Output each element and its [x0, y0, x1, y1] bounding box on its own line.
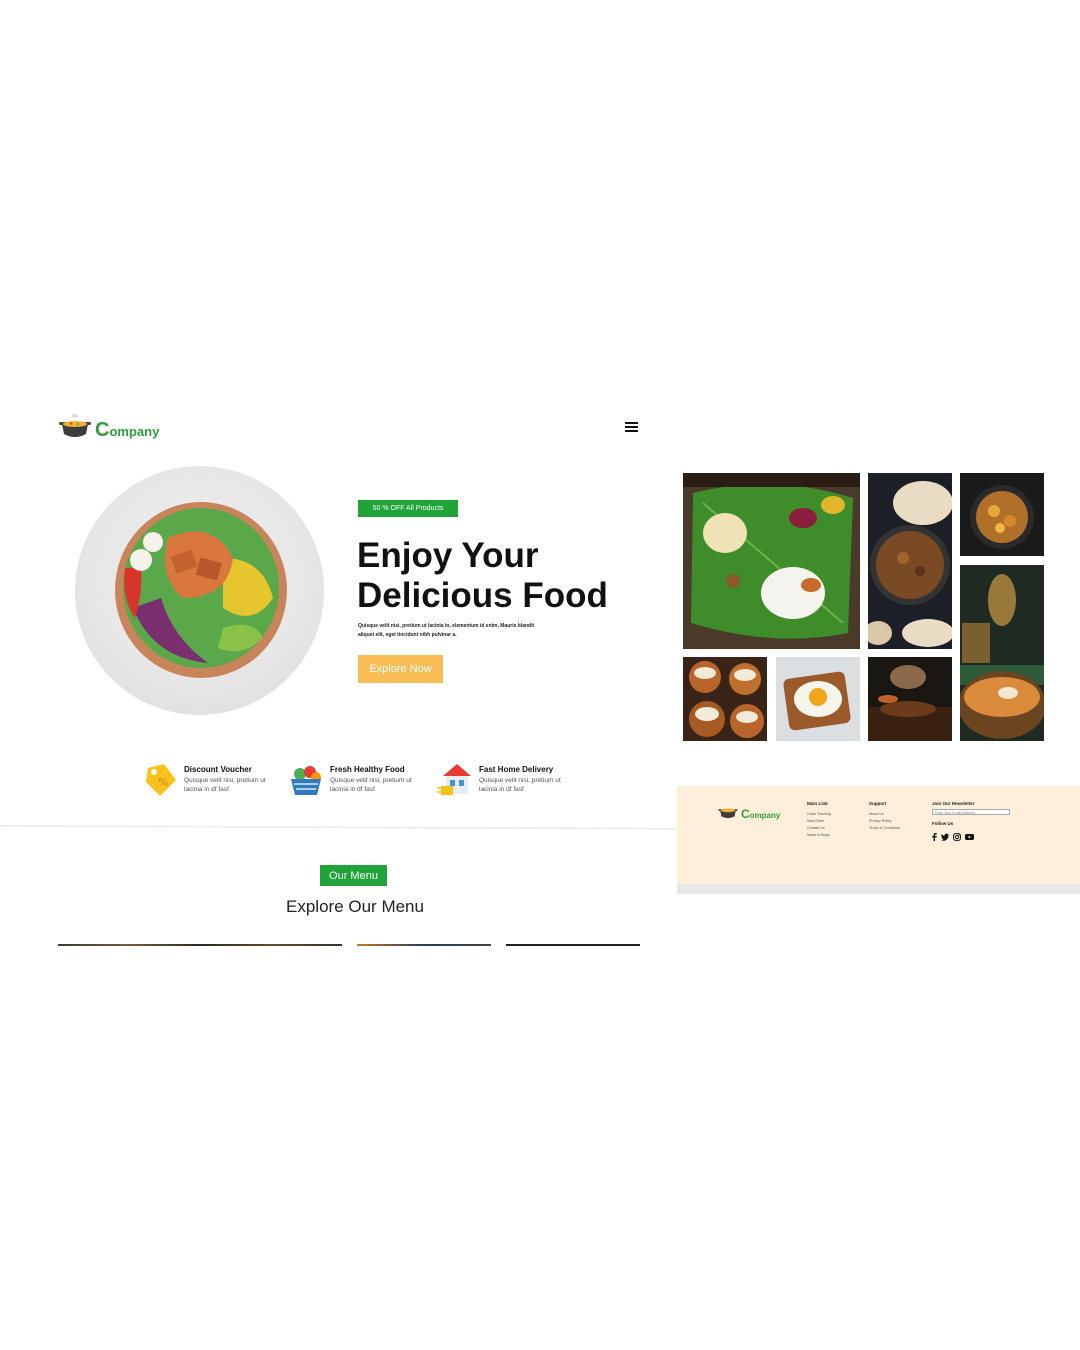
feature-description: Quisque velit nisi, pretium ut lacinia i… [184, 777, 266, 793]
footer-column-title: Main Link [807, 801, 828, 806]
gallery-image-cupcakes[interactable] [683, 657, 767, 741]
feature-description: Quisque velit nisi, pretium ut lacinia i… [479, 777, 561, 793]
instagram-icon[interactable] [953, 833, 961, 841]
footer-bottom-bar [677, 884, 1080, 894]
svg-text:%: % [158, 776, 168, 789]
hero-description: Quisque velit nisi, pretium ut lacinia i… [358, 623, 535, 638]
cooking-pot-icon [59, 414, 91, 437]
newsletter-title: Join Our Newsletter [932, 801, 975, 806]
follow-us-label: Follow Us [932, 821, 954, 826]
feature-title: Fast Home Delivery [479, 765, 554, 774]
gallery-image-banana-leaf-meal[interactable] [683, 473, 860, 649]
gallery-image-fried-dish[interactable] [960, 473, 1044, 556]
gallery-image-dining-table[interactable] [868, 657, 952, 741]
section-divider [0, 825, 678, 830]
feature-title: Discount Voucher [184, 765, 252, 774]
footer-link-about-us[interactable]: About Us [869, 811, 900, 818]
feature-fast-home-delivery: Fast Home Delivery Quisque velit nisi, p… [437, 760, 569, 798]
hero-title: Enjoy Your Delicious Food [357, 536, 608, 615]
explore-menu-title: Explore Our Menu [286, 897, 424, 916]
footer-support-links: Support About Us Privacy Policy Terms & … [869, 801, 900, 832]
footer-brand-name: Company [741, 807, 781, 821]
twitter-icon[interactable] [941, 833, 949, 841]
footer-link-new-order[interactable]: New Order [807, 818, 831, 825]
gallery-image-brass-bowl[interactable] [960, 565, 1044, 741]
discount-tag-icon: % [146, 764, 176, 796]
footer-link-news-blogs[interactable]: News & Blogs [807, 832, 831, 839]
youtube-icon[interactable] [965, 833, 974, 841]
vegetable-basket-icon [291, 766, 321, 795]
footer-link-order-tracking[interactable]: Order Tracking [807, 811, 831, 818]
footer-link-terms[interactable]: Terms & Conditions [869, 825, 900, 832]
feature-discount-voucher: % Discount Voucher Quisque velit nisi, p… [142, 760, 274, 798]
footer-link-contact-us[interactable]: Contact Us [807, 825, 831, 832]
gallery-image-egg-toast[interactable] [776, 657, 860, 741]
salad-bowl-image [115, 502, 287, 678]
cooking-pot-icon [718, 808, 738, 819]
discount-badge: 50 % OFF All Products [358, 500, 458, 517]
facebook-icon[interactable] [932, 833, 937, 841]
menu-card-top [357, 944, 491, 946]
gallery-image-curry-bowl[interactable] [868, 473, 952, 649]
feature-description: Quisque velit nisi, pretium ut lacinia i… [330, 777, 412, 793]
newsletter-email-input[interactable]: Enter Your Email Address [932, 809, 1010, 815]
menu-card-top [58, 944, 342, 946]
brand-name: Company [95, 419, 160, 441]
footer-link-privacy-policy[interactable]: Privacy Policy [869, 818, 900, 825]
footer-main-links: Main Link Order Tracking New Order Conta… [807, 801, 831, 839]
explore-now-button[interactable]: Explore Now [358, 655, 443, 683]
brand-logo[interactable]: Company [57, 410, 159, 440]
feature-title: Fresh Healthy Food [330, 765, 405, 774]
hamburger-menu-icon[interactable] [625, 422, 638, 434]
menu-card-top [506, 944, 640, 946]
footer-brand-logo[interactable]: Company [717, 802, 780, 820]
footer-column-title: Support [869, 801, 887, 806]
delivery-house-icon [437, 764, 471, 795]
feature-fresh-healthy-food: Fresh Healthy Food Quisque velit nisi, p… [288, 760, 420, 798]
social-links [932, 833, 974, 841]
our-menu-badge: Our Menu [320, 865, 387, 886]
